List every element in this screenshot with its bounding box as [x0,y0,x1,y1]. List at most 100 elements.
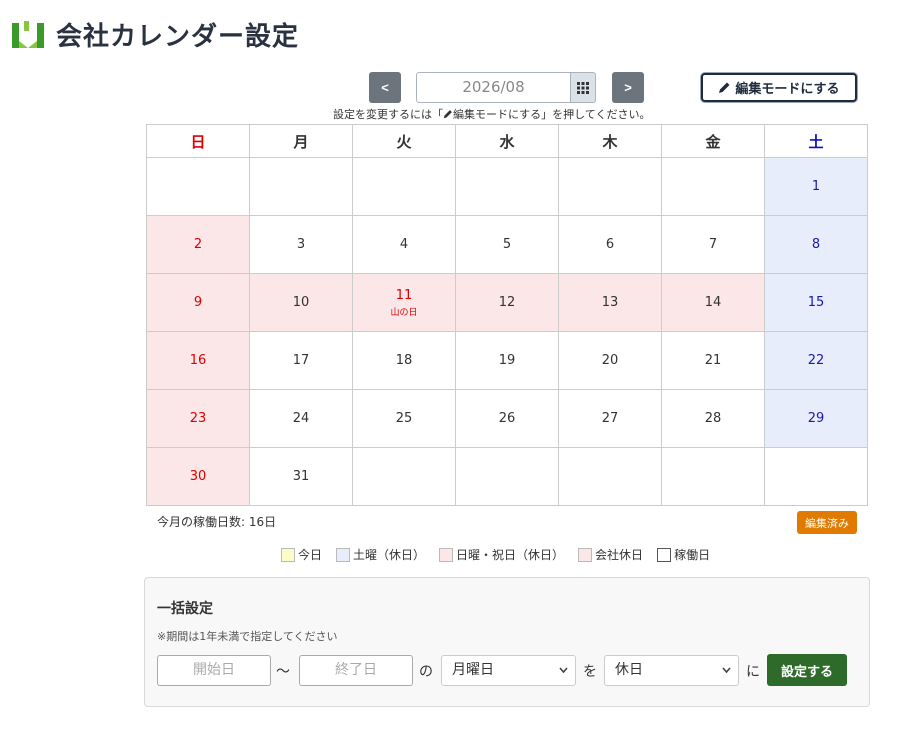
legend-item-company-holiday: 会社休日 [578,546,643,563]
day-number: 11 [395,287,413,303]
grid-icon [577,81,589,94]
calendar-week-row: 1 [146,157,868,216]
calendar-day-cell[interactable]: 22 [764,331,868,390]
calendar-day-cell[interactable]: 1 [764,157,868,216]
calendar-day-cell[interactable]: 3 [249,215,353,274]
calendar-day-cell[interactable]: 11 山の日 [352,273,456,332]
day-number: 12 [498,295,516,310]
calendar-day-cell[interactable]: 13 [558,273,662,332]
calendar-day-cell[interactable]: 18 [352,331,456,390]
legend-label: 稼働日 [674,548,711,562]
weekday-friday: 金 [661,124,765,158]
calendar-empty-cell [352,157,456,216]
calendar-legend: 今日 土曜（休日） 日曜・祝日（休日） 会社休日 稼働日 [281,546,724,563]
day-type-select[interactable]: 休日 [604,655,739,686]
legend-label: 会社休日 [595,548,644,562]
day-number: 28 [704,411,722,426]
weekday-saturday: 土 [764,124,868,158]
calendar-day-cell[interactable]: 26 [455,389,559,448]
calendar-day-cell[interactable]: 8 [764,215,868,274]
chevron-down-icon [558,656,569,696]
calendar-day-cell[interactable]: 9 [146,273,250,332]
working-days-count: 今月の稼働日数: 16日 [157,515,277,529]
legend-label: 土曜（休日） [353,548,426,562]
calendar-day-cell[interactable]: 17 [249,331,353,390]
weekday-wednesday: 水 [455,124,559,158]
calendar-day-cell[interactable]: 20 [558,331,662,390]
calendar-day-cell[interactable]: 21 [661,331,765,390]
calendar-day-cell[interactable]: 29 [764,389,868,448]
page-title: 会社カレンダー設定 [56,22,300,52]
legend-swatch [657,547,672,562]
calendar-week-row: 2 3 4 5 6 7 8 [146,215,868,274]
day-number: 22 [807,353,825,368]
day-number: 10 [292,295,310,310]
bulk-settings-title: 一括設定 [157,601,213,617]
calendar-day-cell[interactable]: 31 [249,447,353,506]
apply-bulk-button[interactable]: 設定する [767,654,847,686]
calendar-day-cell[interactable]: 14 [661,273,765,332]
particle-no: の [419,664,433,680]
calendar-day-cell[interactable]: 25 [352,389,456,448]
edit-mode-label: 編集モードにする [735,81,840,96]
calendar-day-cell[interactable]: 23 [146,389,250,448]
calendar-day-cell[interactable]: 4 [352,215,456,274]
month-input[interactable]: 2026/08 [416,72,571,103]
weekday-select[interactable]: 月曜日 [441,655,576,686]
end-date-input[interactable]: 終了日 [299,655,413,686]
calendar-day-cell[interactable]: 5 [455,215,559,274]
prev-month-button[interactable]: < [369,72,401,103]
calendar-day-cell[interactable]: 16 [146,331,250,390]
holiday-name: 山の日 [390,307,418,318]
pencil-icon [443,110,452,119]
bulk-settings-panel: 一括設定 ※期間は1年未満で指定してください 開始日 〜 終了日 の 月曜日 を… [144,577,870,707]
calendar-empty-cell [764,447,868,506]
legend-swatch [336,547,351,562]
weekday-sunday: 日 [146,124,250,158]
calendar-day-cell[interactable]: 19 [455,331,559,390]
legend-swatch [439,547,454,562]
day-number: 30 [189,469,207,484]
calendar-day-cell[interactable]: 10 [249,273,353,332]
month-picker-button[interactable] [571,72,596,103]
day-number: 31 [292,469,310,484]
calendar-week-row: 9 10 11 山の日 12 13 14 15 [146,273,868,332]
calendar-empty-cell [146,157,250,216]
pencil-icon [719,82,730,93]
weekday-thursday: 木 [558,124,662,158]
day-number: 8 [811,237,821,252]
calendar-day-cell[interactable]: 7 [661,215,765,274]
day-number: 14 [704,295,722,310]
calendar-day-cell[interactable]: 30 [146,447,250,506]
day-type-select-value: 休日 [615,662,643,678]
legend-swatch [578,547,593,562]
calendar-day-cell[interactable]: 2 [146,215,250,274]
day-number: 7 [708,237,718,252]
start-date-input[interactable]: 開始日 [157,655,271,686]
day-number: 27 [601,411,619,426]
calendar-day-cell[interactable]: 15 [764,273,868,332]
day-number: 19 [498,353,516,368]
calendar-day-cell[interactable]: 12 [455,273,559,332]
legend-item-saturday: 土曜（休日） [336,546,425,563]
day-number: 17 [292,353,310,368]
particle-ni: に [746,664,760,680]
hint-suffix: 」を押してください。 [541,108,651,121]
calendar-empty-cell [455,447,559,506]
calendar-day-cell[interactable]: 6 [558,215,662,274]
hint-link-text: 編集モードにする [453,108,542,121]
hint-prefix: 設定を変更するには「 [333,108,443,121]
calendar-day-cell[interactable]: 28 [661,389,765,448]
day-number: 26 [498,411,516,426]
calendar-day-cell[interactable]: 24 [249,389,353,448]
day-number: 4 [399,237,409,252]
chevron-down-icon [721,656,732,696]
edited-status-badge: 編集済み [797,511,857,534]
day-number: 9 [193,295,203,310]
next-month-button[interactable]: > [612,72,644,103]
day-number: 1 [811,179,821,194]
day-number: 5 [502,237,512,252]
edit-mode-button[interactable]: 編集モードにする [701,73,857,102]
legend-label: 今日 [298,548,323,562]
calendar-day-cell[interactable]: 27 [558,389,662,448]
